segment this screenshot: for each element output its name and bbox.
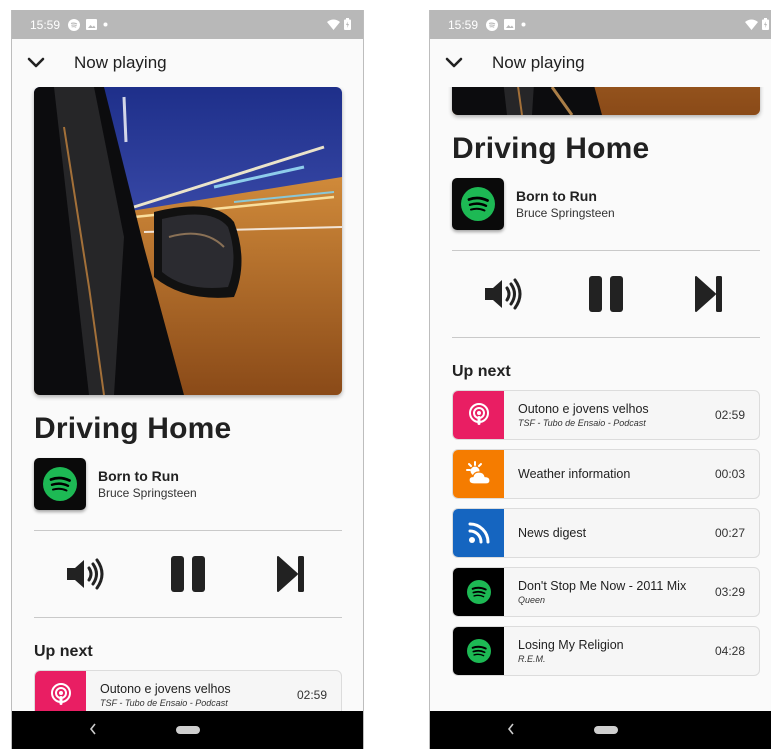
queue-item-title: Weather information	[518, 467, 631, 481]
collapse-button[interactable]	[12, 39, 60, 87]
rss-icon	[468, 522, 489, 544]
queue-item-title: Outono e jovens velhos	[518, 402, 649, 416]
skip-next-button[interactable]	[681, 266, 737, 322]
weather-tile	[453, 450, 504, 498]
divider	[452, 337, 760, 338]
spotify-tile	[453, 627, 504, 675]
spotify-tile	[453, 568, 504, 616]
battery-icon	[344, 18, 351, 33]
queue-item-duration: 04:28	[714, 644, 745, 658]
wifi-icon	[327, 19, 340, 33]
status-time: 15:59	[30, 17, 61, 32]
queue-item[interactable]: News digest 00:27	[452, 508, 760, 558]
home-pill[interactable]	[594, 726, 618, 734]
navigation-bar	[12, 711, 363, 749]
image-notification-icon	[504, 19, 516, 30]
up-next-heading: Up next	[452, 363, 511, 380]
divider	[34, 617, 342, 618]
phone-screen-top: 15:59 Now playing Driving Home Born to R…	[11, 10, 364, 749]
track-title: Driving Home	[34, 412, 232, 445]
pause-icon	[588, 276, 623, 312]
queue-item[interactable]: Don't Stop Me Now - 2011 Mix Queen 03:29	[452, 567, 760, 617]
rss-tile	[453, 509, 504, 557]
back-icon[interactable]	[506, 722, 516, 736]
skip-next-icon	[276, 556, 304, 592]
track-title: Driving Home	[452, 132, 650, 165]
chevron-down-icon	[27, 57, 45, 68]
battery-icon	[762, 18, 769, 33]
queue-item[interactable]: Outono e jovens velhos TSF - Tubo de Ens…	[34, 670, 342, 711]
up-next-heading: Up next	[34, 643, 93, 660]
spotify-icon	[461, 187, 495, 221]
queue-item-duration: 00:03	[714, 467, 745, 481]
album-title: Born to Run	[98, 468, 179, 484]
queue-item-duration: 02:59	[296, 688, 327, 702]
spotify-icon	[466, 580, 491, 604]
album-art	[452, 87, 760, 115]
queue-item[interactable]: Outono e jovens velhos TSF - Tubo de Ens…	[452, 390, 760, 440]
skip-next-button[interactable]	[263, 546, 319, 602]
podcast-icon	[468, 403, 489, 425]
queue-item-subtitle: TSF - Tubo de Ensaio - Podcast	[518, 418, 646, 428]
queue-list: Outono e jovens velhos TSF - Tubo de Ens…	[452, 390, 760, 676]
status-bar: 15:59	[430, 10, 771, 39]
podcast-tile	[35, 671, 86, 711]
skip-next-icon	[694, 276, 722, 312]
queue-item-subtitle: Queen	[518, 595, 546, 605]
queue-item-title: Outono e jovens velhos	[100, 682, 231, 696]
wifi-icon	[745, 19, 758, 33]
playback-controls	[452, 251, 760, 337]
album-title: Born to Run	[516, 188, 597, 204]
spotify-icon	[43, 467, 77, 501]
queue-item[interactable]: Weather information 00:03	[452, 449, 760, 499]
spotify-notification-icon	[486, 18, 499, 31]
volume-button[interactable]	[57, 546, 113, 602]
artist-name: Bruce Springsteen	[98, 486, 197, 500]
pause-icon	[170, 556, 205, 592]
collapse-button[interactable]	[430, 39, 478, 87]
status-bar: 15:59	[12, 10, 363, 39]
page-title: Now playing	[74, 53, 167, 72]
spotify-tile	[452, 178, 504, 230]
pause-button[interactable]	[160, 546, 216, 602]
queue-item-title: Losing My Religion	[518, 638, 624, 652]
chevron-down-icon	[445, 57, 463, 68]
volume-button[interactable]	[475, 266, 531, 322]
artist-name: Bruce Springsteen	[516, 206, 615, 220]
dot-icon	[521, 22, 526, 27]
image-notification-icon	[86, 19, 98, 30]
podcast-tile	[453, 391, 504, 439]
now-playing-content: Driving Home Born to Run Bruce Springste…	[12, 87, 363, 711]
volume-icon	[67, 558, 104, 590]
page-title: Now playing	[492, 53, 585, 72]
app-bar: Now playing	[12, 39, 363, 87]
volume-icon	[485, 278, 522, 310]
spotify-tile	[34, 458, 86, 510]
source-row: Born to Run Bruce Springsteen	[34, 458, 342, 510]
spotify-notification-icon	[68, 18, 81, 31]
queue-item-duration: 02:59	[714, 408, 745, 422]
navigation-bar	[430, 711, 771, 749]
dot-icon	[103, 22, 108, 27]
weather-icon	[465, 461, 491, 485]
playback-controls	[34, 531, 342, 617]
status-time: 15:59	[448, 17, 479, 32]
queue-item-subtitle: R.E.M.	[518, 654, 546, 664]
home-pill[interactable]	[176, 726, 200, 734]
queue-item-title: Don't Stop Me Now - 2011 Mix	[518, 579, 687, 593]
album-art	[34, 87, 342, 395]
source-row: Born to Run Bruce Springsteen	[452, 178, 760, 230]
phone-screen-scrolled: 15:59 Now playing Driving Home Born to R…	[429, 10, 771, 749]
queue-item-duration: 00:27	[714, 526, 745, 540]
queue-item-duration: 03:29	[714, 585, 745, 599]
queue-item[interactable]: Losing My Religion R.E.M. 04:28	[452, 626, 760, 676]
queue-item-title: News digest	[518, 526, 587, 540]
podcast-icon	[50, 683, 71, 705]
now-playing-content: Driving Home Born to Run Bruce Springste…	[430, 87, 771, 711]
pause-button[interactable]	[578, 266, 634, 322]
back-icon[interactable]	[88, 722, 98, 736]
spotify-icon	[466, 639, 491, 663]
queue-item-subtitle: TSF - Tubo de Ensaio - Podcast	[100, 698, 228, 708]
app-bar: Now playing	[430, 39, 771, 87]
